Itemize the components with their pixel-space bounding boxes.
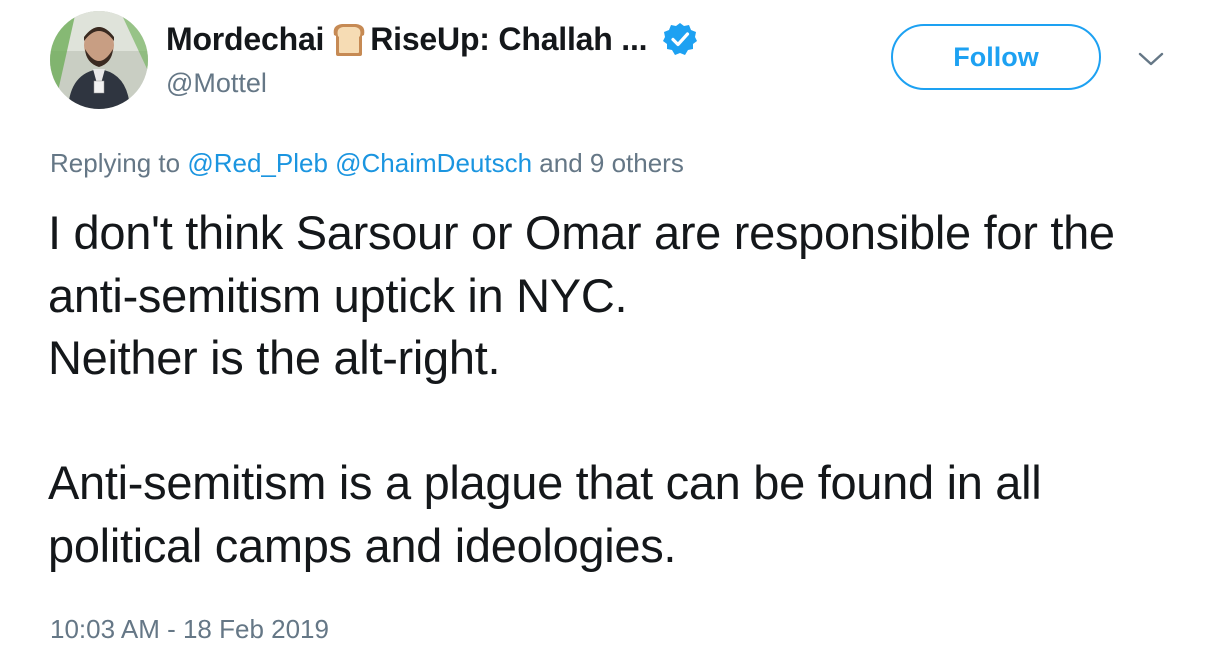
avatar[interactable]	[50, 11, 148, 109]
tweet-text: I don't think Sarsour or Omar are respon…	[48, 202, 1198, 577]
mention-link[interactable]: @Red_Pleb	[187, 148, 328, 178]
author-handle[interactable]: @Mottel	[166, 68, 267, 99]
tweet-timestamp[interactable]: 10:03 AM - 18 Feb 2019	[50, 614, 329, 645]
bread-emoji-icon	[330, 21, 368, 57]
reply-context: Replying to @Red_Pleb @ChaimDeutsch and …	[50, 148, 684, 179]
follow-button[interactable]: Follow	[891, 24, 1101, 90]
tweet: Mordechai RiseUp: Challah ... @Mottel Fo…	[0, 0, 1212, 662]
author-display-name-first[interactable]: Mordechai	[166, 21, 324, 58]
author-name-row[interactable]: Mordechai RiseUp: Challah ...	[166, 18, 698, 60]
verified-badge-icon	[663, 22, 698, 56]
mention-link[interactable]: @ChaimDeutsch	[335, 148, 532, 178]
tweet-paragraph: I don't think Sarsour or Omar are respon…	[48, 206, 1115, 384]
author-display-name-rest[interactable]: RiseUp: Challah ...	[370, 21, 647, 58]
reply-prefix: Replying to	[50, 148, 181, 178]
reply-suffix[interactable]: and 9 others	[539, 148, 684, 178]
chevron-down-icon[interactable]	[1136, 48, 1166, 70]
tweet-paragraph: Anti-semitism is a plague that can be fo…	[48, 456, 1042, 572]
